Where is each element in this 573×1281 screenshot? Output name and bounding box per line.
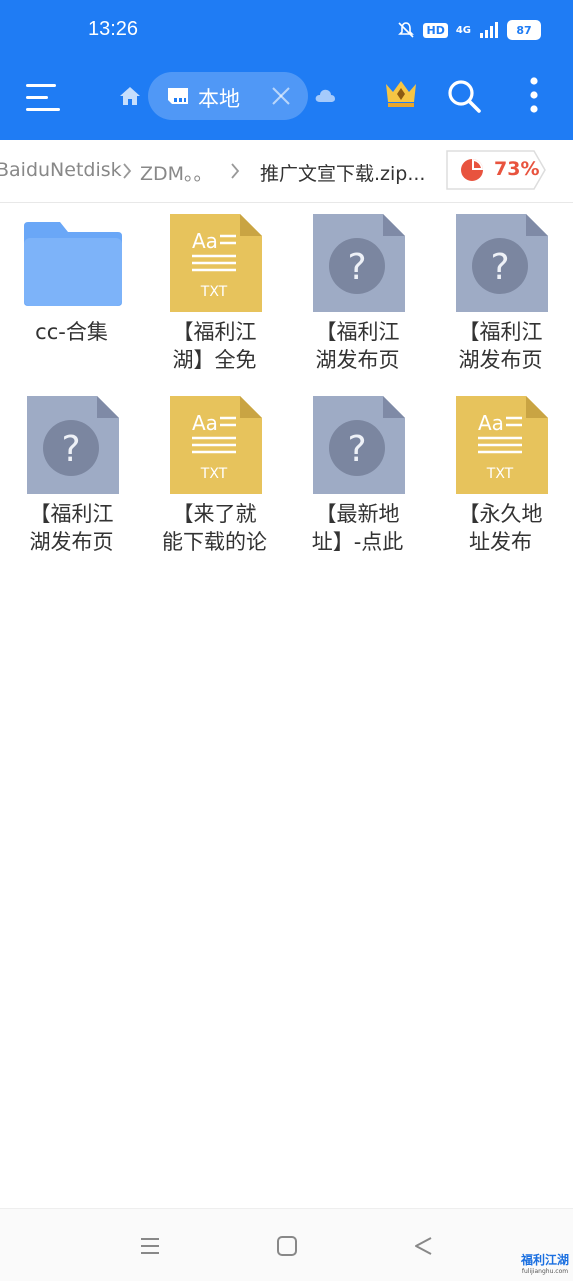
svg-text:Aa: Aa: [192, 411, 218, 435]
status-time: 13:26: [88, 18, 139, 40]
file-name-line: 【福利江: [315, 320, 400, 344]
file-item[interactable]: cc-合集: [0, 204, 143, 382]
bell-muted-icon: [398, 22, 415, 38]
home-icon[interactable]: [118, 84, 142, 108]
file-item[interactable]: Aa TXT 【来了就能下载的论: [143, 386, 286, 564]
watermark-title: 福利江湖: [520, 1253, 569, 1267]
status-icons: HD 4G 87: [397, 20, 541, 40]
top-toolbar: 本地: [0, 64, 573, 140]
breadcrumb-item[interactable]: BaiduNetdisk: [0, 159, 122, 181]
file-name-line: 湖发布页: [458, 348, 543, 372]
file-name: 【永久地 址发布: [429, 500, 572, 556]
chevron-right-icon: [231, 163, 240, 179]
file-name-line: 【来了就: [172, 502, 257, 526]
svg-text:Aa: Aa: [192, 229, 218, 253]
signal-icon: [480, 22, 498, 38]
breadcrumb-current[interactable]: 推广文宣下载.zip...: [260, 159, 425, 186]
battery-indicator: 87: [507, 20, 541, 40]
svg-text:?: ?: [61, 429, 80, 470]
file-name: 【福利江 湖发布页: [429, 318, 572, 374]
unknown-file-icon: ?: [27, 396, 119, 494]
watermark-url: fulijianghu.com: [521, 1268, 569, 1275]
txt-file-icon: Aa TXT: [170, 214, 262, 312]
file-name-line: 湖发布页: [29, 530, 114, 554]
breadcrumb: BaiduNetdisk ZDM。。 推广文宣下载.zip... 73%: [0, 140, 573, 203]
file-name-line: 址】-点此: [311, 530, 404, 554]
file-item[interactable]: ? 【福利江湖发布页: [429, 204, 572, 382]
storage-percent: 73%: [494, 158, 540, 180]
menu-icon[interactable]: [26, 82, 62, 114]
watermark-logo: 福利江湖 fulijianghu.com: [521, 1251, 569, 1275]
status-bar: 13:26 HD 4G 87: [0, 0, 573, 64]
file-name: 【最新地址】-点此: [286, 500, 429, 556]
file-name-line: 【福利江: [29, 502, 114, 526]
unknown-file-icon: ?: [313, 214, 405, 312]
svg-text:?: ?: [490, 247, 509, 288]
file-name-line: cc-合集: [35, 320, 108, 344]
file-name-line: 址发布: [469, 530, 532, 554]
svg-text:?: ?: [347, 247, 366, 288]
file-name-line: 【福利江: [172, 320, 257, 344]
close-icon[interactable]: [270, 85, 292, 107]
cloud-icon[interactable]: [314, 86, 336, 104]
file-item[interactable]: Aa TXT 【福利江湖】全免: [143, 204, 286, 382]
file-name: 【来了就 能下载的论: [143, 500, 286, 556]
crown-icon[interactable]: [384, 78, 418, 108]
svg-text:?: ?: [347, 429, 366, 470]
recent-apps-icon[interactable]: [139, 1235, 161, 1257]
svg-text:TXT: TXT: [200, 284, 228, 300]
more-icon[interactable]: [528, 76, 540, 114]
file-name-line: 能下载的论: [162, 530, 267, 554]
file-name-line: 湖】全免: [172, 348, 257, 372]
file-name-line: 湖发布页: [315, 348, 400, 372]
pie-chart-icon: [461, 159, 483, 181]
file-manager-app: 13:26 HD 4G 87 本地 BaiduNetdisk ZDM。。 推广文…: [0, 0, 573, 1281]
file-item[interactable]: Aa TXT 【永久地址发布: [429, 386, 572, 564]
folder-icon: [24, 222, 122, 306]
file-item[interactable]: ? 【福利江湖发布页: [286, 204, 429, 382]
file-name: 【福利江 湖发布页: [0, 500, 143, 556]
file-name: 【福利江 湖】全免: [143, 318, 286, 374]
svg-text:Aa: Aa: [478, 411, 504, 435]
tab-label: 本地: [198, 87, 240, 111]
system-nav-bar: 福利江湖 fulijianghu.com: [0, 1208, 573, 1281]
sd-card-icon: [168, 88, 188, 104]
svg-text:TXT: TXT: [200, 466, 228, 482]
file-name: 【福利江 湖发布页: [286, 318, 429, 374]
unknown-file-icon: ?: [456, 214, 548, 312]
file-name-line: 【最新地: [315, 502, 400, 526]
txt-file-icon: Aa TXT: [170, 396, 262, 494]
chevron-right-icon: [123, 163, 132, 179]
back-icon[interactable]: [412, 1235, 434, 1257]
file-name-line: 【福利江: [458, 320, 543, 344]
file-name-line: 【永久地: [458, 502, 543, 526]
breadcrumb-item[interactable]: ZDM。。: [140, 159, 213, 186]
storage-usage-button[interactable]: 73%: [446, 150, 546, 190]
network-indicator: 4G: [455, 24, 471, 36]
file-name: cc-合集: [0, 318, 143, 346]
file-item[interactable]: ? 【福利江湖发布页: [0, 386, 143, 564]
home-square-icon[interactable]: [276, 1235, 298, 1257]
search-icon[interactable]: [446, 78, 482, 114]
unknown-file-icon: ?: [313, 396, 405, 494]
svg-text:TXT: TXT: [486, 466, 514, 482]
hd-badge: HD: [423, 22, 448, 38]
file-item[interactable]: ? 【最新地址】-点此: [286, 386, 429, 564]
tab-local[interactable]: 本地: [148, 72, 308, 120]
txt-file-icon: Aa TXT: [456, 396, 548, 494]
